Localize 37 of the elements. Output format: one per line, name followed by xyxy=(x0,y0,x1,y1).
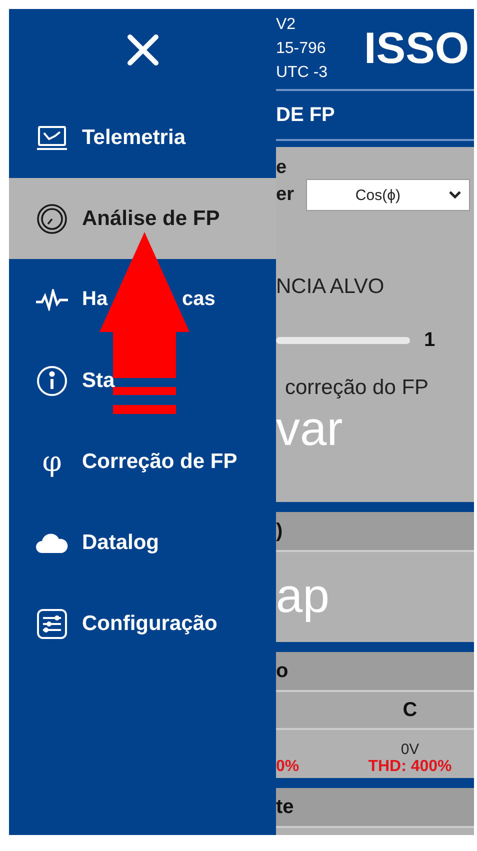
voltage-value: 0V xyxy=(400,741,420,758)
cloud-icon xyxy=(35,532,69,554)
menu-item[interactable]: Configuração xyxy=(9,583,276,664)
gauge-icon xyxy=(36,202,68,234)
device-info-text: V2 xyxy=(276,15,297,35)
page-title: DE FP xyxy=(276,91,474,141)
field-label: er xyxy=(276,184,294,206)
section-header: o xyxy=(276,652,474,690)
settings-icon xyxy=(36,608,68,640)
column-header: C xyxy=(402,698,418,722)
chevron-icon xyxy=(448,191,461,199)
field-label: e xyxy=(276,157,288,179)
brand-logo: ISSO xyxy=(364,24,470,74)
slider-value: 1 xyxy=(424,329,436,352)
menu-item[interactable]: Telemetria xyxy=(9,97,276,178)
menu-item[interactable]: Sta xyxy=(9,340,276,421)
device-info-text: UTC -3 xyxy=(276,63,329,83)
menu-item[interactable]: φ Correção de FP xyxy=(9,421,276,502)
monitor-graph-icon xyxy=(36,124,68,150)
option-label: correção do FP xyxy=(285,376,430,400)
section-label: NCIA ALVO xyxy=(276,275,386,299)
menu-label: cas xyxy=(182,288,216,311)
section-header: ) xyxy=(276,512,474,550)
info-icon xyxy=(36,364,68,396)
menu-item[interactable]: Ha cas xyxy=(9,259,276,340)
slider-track[interactable] xyxy=(276,337,410,344)
close-icon[interactable] xyxy=(126,33,160,67)
heartbeat-icon xyxy=(35,288,69,310)
section-header: te xyxy=(276,788,474,826)
device-info-text: 15-796 xyxy=(276,39,327,59)
phi-icon: φ xyxy=(42,448,62,476)
thd-value: 0% xyxy=(276,758,300,776)
thd-value: THD: 400% xyxy=(368,758,452,776)
menu-item[interactable]: Análise de FP xyxy=(9,178,276,259)
dropdown-field[interactable]: Cos(ϕ) xyxy=(306,179,470,211)
menu-label: Ha xyxy=(82,288,109,311)
menu-item[interactable]: Datalog xyxy=(9,502,276,583)
